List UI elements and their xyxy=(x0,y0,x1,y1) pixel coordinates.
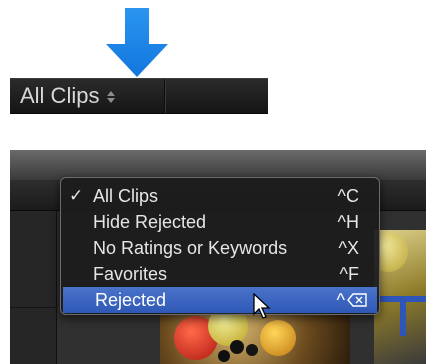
up-down-chevron-icon xyxy=(107,90,116,103)
menu-item-shortcut: ^X xyxy=(338,237,359,258)
sidebar-divider xyxy=(10,307,56,308)
menu-item-rejected[interactable]: Rejected ^ xyxy=(63,287,377,313)
menu-item-shortcut: ^ xyxy=(337,290,367,311)
bar-divider xyxy=(164,79,165,113)
menu-item-label: Hide Rejected xyxy=(93,211,207,232)
menu-item-all-clips[interactable]: ✓ All Clips ^C xyxy=(61,183,379,209)
browser-filter-bar: All Clips xyxy=(10,78,268,114)
library-sidebar xyxy=(10,211,57,364)
clip-filter-label: All Clips xyxy=(20,83,100,108)
down-arrow-icon xyxy=(106,8,168,77)
clip-filter-popup[interactable]: All Clips xyxy=(20,79,116,113)
clip-thumbnail[interactable] xyxy=(374,230,426,364)
menu-item-shortcut: ^H xyxy=(337,211,359,232)
mouse-pointer-icon xyxy=(253,293,271,319)
menu-item-label: No Ratings or Keywords xyxy=(93,237,288,258)
menu-item-favorites[interactable]: Favorites ^F xyxy=(61,261,379,287)
app-toolbar xyxy=(10,150,426,180)
menu-item-label: Rejected xyxy=(95,289,167,310)
menu-item-label: Favorites xyxy=(93,263,168,284)
menu-item-shortcut: ^C xyxy=(337,185,359,206)
delete-key-icon xyxy=(347,293,367,307)
menu-item-label: All Clips xyxy=(93,185,159,206)
checkmark-icon: ✓ xyxy=(69,186,84,205)
menu-item-hide-rejected[interactable]: Hide Rejected ^H xyxy=(61,209,379,235)
clip-filter-menu: ✓ All Clips ^C Hide Rejected ^H No Ratin… xyxy=(60,177,380,315)
menu-item-no-ratings-or-keywords[interactable]: No Ratings or Keywords ^X xyxy=(61,235,379,261)
menu-item-shortcut: ^F xyxy=(339,263,359,284)
